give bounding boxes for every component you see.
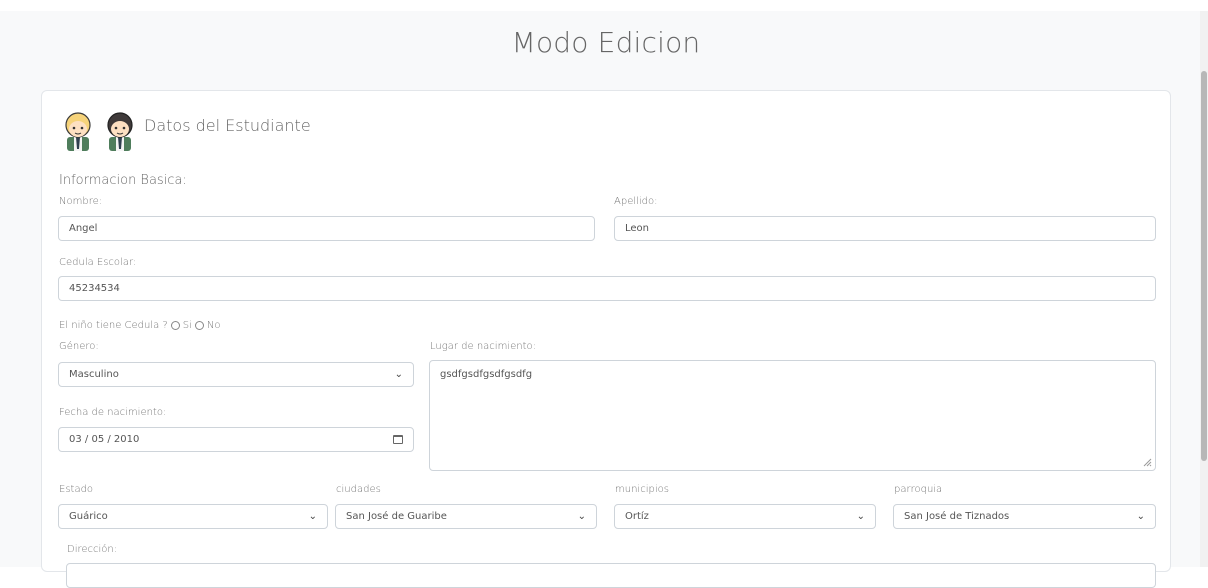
- page-title: Modo Edicion: [511, 26, 701, 59]
- genero-label: Género:: [59, 341, 99, 352]
- direccion-label: Dirección:: [67, 544, 118, 555]
- radio-no-label: No: [206, 320, 221, 331]
- genero-value: Masculino: [69, 369, 119, 380]
- chevron-down-icon: ⌄: [1136, 511, 1145, 522]
- cedula-label: Cedula Escolar:: [59, 257, 137, 268]
- lugar-textarea[interactable]: gsdfgsdfgsdfgsdfg: [429, 360, 1156, 471]
- scrollbar-thumb[interactable]: [1201, 71, 1207, 461]
- nombre-label: Nombre:: [59, 196, 103, 207]
- genero-select[interactable]: Masculino ⌄: [58, 362, 414, 387]
- ciudades-label: ciudades: [336, 484, 381, 495]
- radio-si-label: Si: [182, 320, 192, 331]
- fecha-input[interactable]: 03 / 05 / 2010: [58, 427, 414, 452]
- student-card: Datos del Estudiante Informacion Basica:…: [41, 90, 1171, 588]
- chevron-down-icon: ⌄: [394, 369, 403, 380]
- calendar-icon[interactable]: [393, 435, 403, 444]
- girl-student-icon: [102, 109, 138, 151]
- ciudades-select[interactable]: San José de Guaribe ⌄: [335, 504, 597, 529]
- cedula-question: El niño tiene Cedula ? Si No: [59, 320, 221, 331]
- estado-label: Estado: [59, 484, 94, 495]
- lugar-label: Lugar de nacimiento:: [430, 341, 536, 352]
- resize-handle-icon[interactable]: [1143, 458, 1152, 467]
- chevron-down-icon: ⌄: [856, 511, 865, 522]
- fecha-value: 03 / 05 / 2010: [69, 434, 140, 445]
- apellido-label: Apellido:: [614, 196, 658, 207]
- cedula-question-label: El niño tiene Cedula ?: [59, 320, 168, 331]
- estado-select[interactable]: Guárico ⌄: [58, 504, 328, 529]
- estado-value: Guárico: [69, 511, 108, 522]
- radio-si[interactable]: [170, 321, 180, 330]
- section-title: Informacion Basica:: [59, 173, 187, 188]
- nombre-input[interactable]: Angel: [58, 216, 595, 241]
- ciudades-value: San José de Guaribe: [346, 511, 447, 522]
- boy-student-icon: [60, 109, 96, 151]
- fecha-label: Fecha de nacimiento:: [59, 407, 167, 418]
- parroquia-value: San José de Tiznados: [904, 511, 1010, 522]
- municipios-select[interactable]: Ortíz ⌄: [614, 504, 876, 529]
- card-header: Datos del Estudiante: [60, 105, 311, 155]
- chevron-down-icon: ⌄: [577, 511, 586, 522]
- chevron-down-icon: ⌄: [308, 511, 317, 522]
- radio-no[interactable]: [194, 321, 204, 330]
- municipios-value: Ortíz: [625, 511, 649, 522]
- parroquia-label: parroquia: [894, 484, 943, 495]
- municipios-label: municipios: [615, 484, 669, 495]
- lugar-value: gsdfgsdfgsdfgsdfg: [440, 369, 533, 380]
- apellido-input[interactable]: Leon: [614, 216, 1156, 241]
- scrollbar[interactable]: [1200, 11, 1208, 567]
- cedula-input[interactable]: 45234534: [58, 276, 1156, 301]
- card-title: Datos del Estudiante: [144, 115, 311, 135]
- parroquia-select[interactable]: San José de Tiznados ⌄: [893, 504, 1156, 529]
